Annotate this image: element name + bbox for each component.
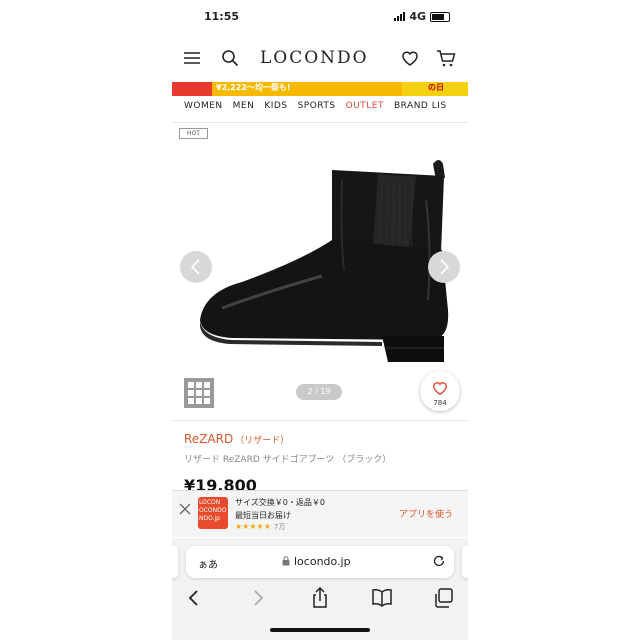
site-logo[interactable]: LOCONDO <box>260 48 369 68</box>
divider <box>172 122 468 123</box>
url-text: locondo.jp <box>294 555 351 568</box>
chevron-left-icon <box>190 259 200 275</box>
hot-badge: HOT <box>179 128 208 139</box>
page-settings-button[interactable]: ぁあ <box>198 556 218 571</box>
bookmarks-icon[interactable] <box>370 586 394 610</box>
close-icon[interactable] <box>179 503 191 515</box>
nav-brand-list[interactable]: BRAND LIS <box>394 101 447 115</box>
nav-women[interactable]: WOMEN <box>184 101 223 115</box>
nav-sports[interactable]: SPORTS <box>298 101 336 115</box>
image-counter: 2 / 19 <box>296 384 342 400</box>
prev-image-button[interactable] <box>180 251 212 283</box>
share-icon[interactable] <box>308 586 332 610</box>
brand-name[interactable]: ReZARD （リザード） <box>184 432 289 446</box>
lock-icon <box>282 556 290 566</box>
product-image[interactable] <box>182 140 462 370</box>
brand-label: ReZARD <box>184 432 234 446</box>
rating-count: 7万 <box>273 523 286 531</box>
network-label: 4G <box>409 10 426 23</box>
promo-banner[interactable]: ¥2,222〜均一祭も! の日 <box>172 82 468 96</box>
rating-stars: ★★★★★ <box>235 522 271 531</box>
nav-men[interactable]: MEN <box>233 101 255 115</box>
next-image-button[interactable] <box>428 251 460 283</box>
forward-icon[interactable] <box>246 586 270 610</box>
app-banner-line2: 最短当日お届け <box>235 511 291 520</box>
search-icon[interactable] <box>220 48 240 68</box>
category-nav: WOMEN MEN KIDS SPORTS OUTLET BRAND LIS <box>172 101 468 115</box>
app-icon: LOCON OCONDO NDO.jp <box>198 497 228 529</box>
use-app-button[interactable]: アプリを使う <box>399 507 453 520</box>
next-tab-card[interactable] <box>462 546 468 578</box>
battery-icon <box>430 11 450 22</box>
tabs-icon[interactable] <box>432 586 456 610</box>
product-price: ¥19,800 <box>184 476 257 490</box>
home-indicator <box>270 628 370 632</box>
favorite-button[interactable]: 784 <box>420 371 460 411</box>
app-banner-line1: サイズ交換￥0・返品￥0 <box>235 498 325 507</box>
banner-right-block: の日 <box>402 82 468 96</box>
signal-icon <box>394 12 406 21</box>
product-name: リザード ReZARD サイドゴアブーツ （ブラック） <box>184 455 392 465</box>
app-icon-line: LOCON <box>199 499 221 506</box>
grid-icon[interactable] <box>184 378 214 408</box>
cart-icon[interactable] <box>436 48 456 68</box>
status-time: 11:55 <box>204 10 240 23</box>
reload-icon[interactable] <box>432 554 446 568</box>
chevron-right-icon <box>440 259 450 275</box>
heart-icon <box>432 382 448 396</box>
banner-text: ¥2,222〜均一祭も! <box>216 83 291 92</box>
address-bar[interactable]: ぁあ locondo.jp <box>186 546 454 578</box>
back-icon[interactable] <box>182 586 206 610</box>
phone-screen: 11:55 4G LOCONDO ¥2,222〜均一祭も! の日 WOMEN M… <box>172 0 468 640</box>
app-icon-line: NDO.jp <box>199 515 220 522</box>
nav-kids[interactable]: KIDS <box>264 101 287 115</box>
divider <box>172 420 468 421</box>
app-rating: ★★★★★ 7万 <box>235 522 285 532</box>
brand-label-jp: （リザード） <box>235 436 290 446</box>
prev-tab-card[interactable] <box>172 546 178 578</box>
status-right: 4G <box>394 10 450 23</box>
app-icon-line: OCONDO <box>199 507 227 514</box>
site-header: LOCONDO <box>172 44 468 74</box>
status-bar: 11:55 4G <box>172 8 468 28</box>
banner-left-block <box>172 82 212 96</box>
banner-right-text: の日 <box>428 83 444 92</box>
heart-icon[interactable] <box>400 48 420 68</box>
menu-icon[interactable] <box>182 48 202 68</box>
favorite-count: 784 <box>433 399 447 407</box>
app-install-banner: LOCON OCONDO NDO.jp サイズ交換￥0・返品￥0 最短当日お届け… <box>172 490 468 537</box>
nav-outlet[interactable]: OUTLET <box>346 101 384 115</box>
browser-toolbar <box>172 586 468 610</box>
